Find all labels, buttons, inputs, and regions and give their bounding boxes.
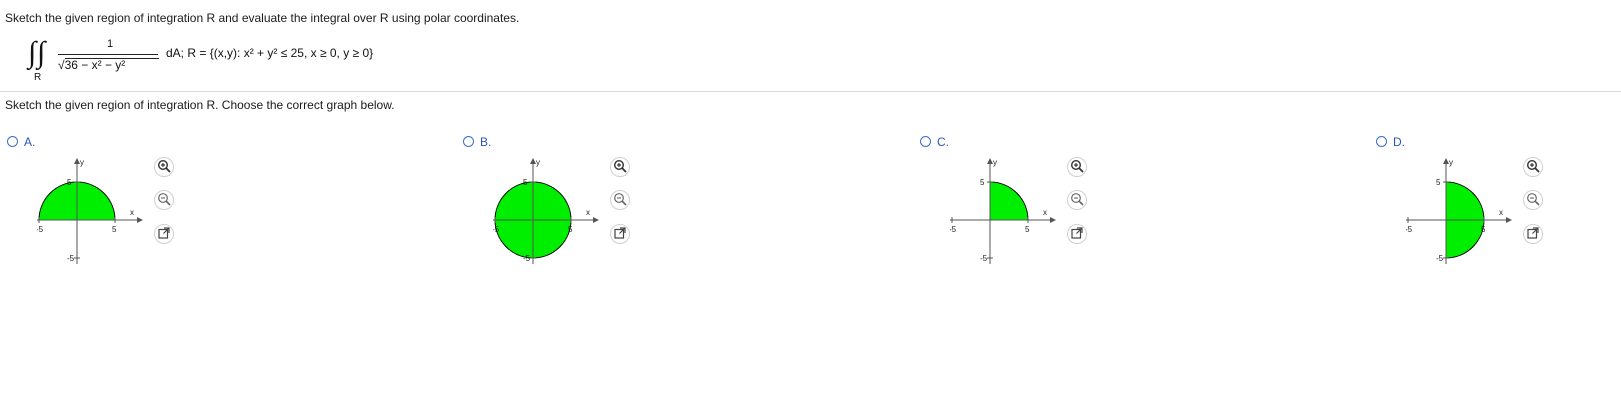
- tick-label: 5: [1481, 225, 1486, 234]
- tick-label: 5: [112, 225, 117, 234]
- x-axis-arrow: [1506, 217, 1512, 223]
- open-external-button[interactable]: [154, 224, 174, 244]
- zoom-in-button[interactable]: [610, 157, 630, 177]
- zoom-out-button[interactable]: [610, 190, 630, 210]
- option-label: B.: [480, 135, 492, 149]
- x-axis-label: x: [1043, 208, 1047, 217]
- tick-label: -5: [493, 225, 500, 234]
- region-graph: y x 5 -5 -5 5: [37, 158, 143, 264]
- instruction-text: Sketch the given region of integration R…: [5, 11, 520, 25]
- radio-button[interactable]: [920, 136, 931, 147]
- zoom-in-button[interactable]: [154, 157, 174, 177]
- x-axis-arrow: [1050, 217, 1056, 223]
- fraction-numerator: 1: [106, 38, 114, 50]
- region-graph: y x 5 -5 -5 5: [950, 158, 1056, 264]
- integral-sign: ∫: [28, 36, 37, 69]
- tick-label: -5: [1406, 225, 1413, 234]
- tick-label: 5: [523, 178, 528, 187]
- open-external-icon: [157, 226, 171, 243]
- y-axis-label: y: [536, 158, 540, 167]
- divider: [0, 91, 1621, 92]
- option-label: A.: [24, 135, 36, 149]
- zoom-out-button[interactable]: [1067, 190, 1087, 210]
- answer-option-c[interactable]: C. y x 5 -5 -5 5: [920, 135, 1120, 271]
- x-axis-label: x: [130, 208, 134, 217]
- region-definition: dA; R = {(x,y): x² + y² ≤ 25, x ≥ 0, y ≥…: [166, 46, 374, 60]
- tick-label: 5: [1025, 225, 1030, 234]
- zoom-in-icon: [613, 159, 627, 176]
- tick-label: -5: [67, 254, 75, 263]
- tick-label: 5: [1436, 178, 1441, 187]
- zoom-in-icon: [157, 159, 171, 176]
- tick-label: 5: [568, 225, 573, 234]
- x-axis-label: x: [1499, 208, 1503, 217]
- integral-sign: ∫: [37, 36, 46, 69]
- fraction-denominator: √36 − x² − y²: [58, 58, 126, 72]
- open-external-button[interactable]: [1067, 224, 1087, 244]
- shaded-region: [989, 181, 1029, 221]
- x-axis-label: x: [586, 208, 590, 217]
- y-axis-label: y: [1449, 158, 1453, 167]
- zoom-out-icon: [1070, 192, 1084, 209]
- radio-button[interactable]: [463, 136, 474, 147]
- tick-label: 5: [980, 178, 985, 187]
- option-label: C.: [937, 135, 949, 149]
- radio-button[interactable]: [1376, 136, 1387, 147]
- tick-label: 5: [67, 178, 72, 187]
- fraction-bar: [58, 54, 158, 55]
- zoom-in-button[interactable]: [1523, 157, 1543, 177]
- zoom-out-icon: [157, 192, 171, 209]
- region-graph: y x 5 -5 -5 5: [1406, 158, 1512, 264]
- tick-label: -5: [950, 225, 957, 234]
- open-external-icon: [613, 226, 627, 243]
- radio-button[interactable]: [7, 136, 18, 147]
- x-axis-arrow: [593, 217, 599, 223]
- tick-label: -5: [980, 254, 988, 263]
- tick-label: -5: [1436, 254, 1444, 263]
- zoom-in-button[interactable]: [1067, 157, 1087, 177]
- answer-option-a[interactable]: A. y x 5 -5 -5 5: [7, 135, 207, 271]
- tick-label: -5: [37, 225, 44, 234]
- region-subscript: R: [34, 72, 42, 83]
- answer-option-b[interactable]: B. y x 5 -5 -5 5: [463, 135, 663, 271]
- open-external-icon: [1526, 226, 1540, 243]
- region-graph: y x 5 -5 -5 5: [493, 158, 599, 264]
- open-external-button[interactable]: [1523, 224, 1543, 244]
- zoom-in-icon: [1526, 159, 1540, 176]
- answer-option-d[interactable]: D. y x 5 -5 -5 5: [1376, 135, 1576, 271]
- open-external-button[interactable]: [610, 224, 630, 244]
- integral-expression: ∫ ∫ R 1 √36 − x² − y² dA; R = {(x,y): x²…: [28, 34, 448, 86]
- question-text: Sketch the given region of integration R…: [5, 98, 395, 112]
- option-label: D.: [1393, 135, 1405, 149]
- zoom-out-icon: [1526, 192, 1540, 209]
- zoom-in-icon: [1070, 159, 1084, 176]
- zoom-out-button[interactable]: [154, 190, 174, 210]
- zoom-out-icon: [613, 192, 627, 209]
- x-axis-arrow: [137, 217, 143, 223]
- y-axis-label: y: [993, 158, 997, 167]
- y-axis-label: y: [80, 158, 84, 167]
- open-external-icon: [1070, 226, 1084, 243]
- zoom-out-button[interactable]: [1523, 190, 1543, 210]
- tick-label: -5: [523, 254, 531, 263]
